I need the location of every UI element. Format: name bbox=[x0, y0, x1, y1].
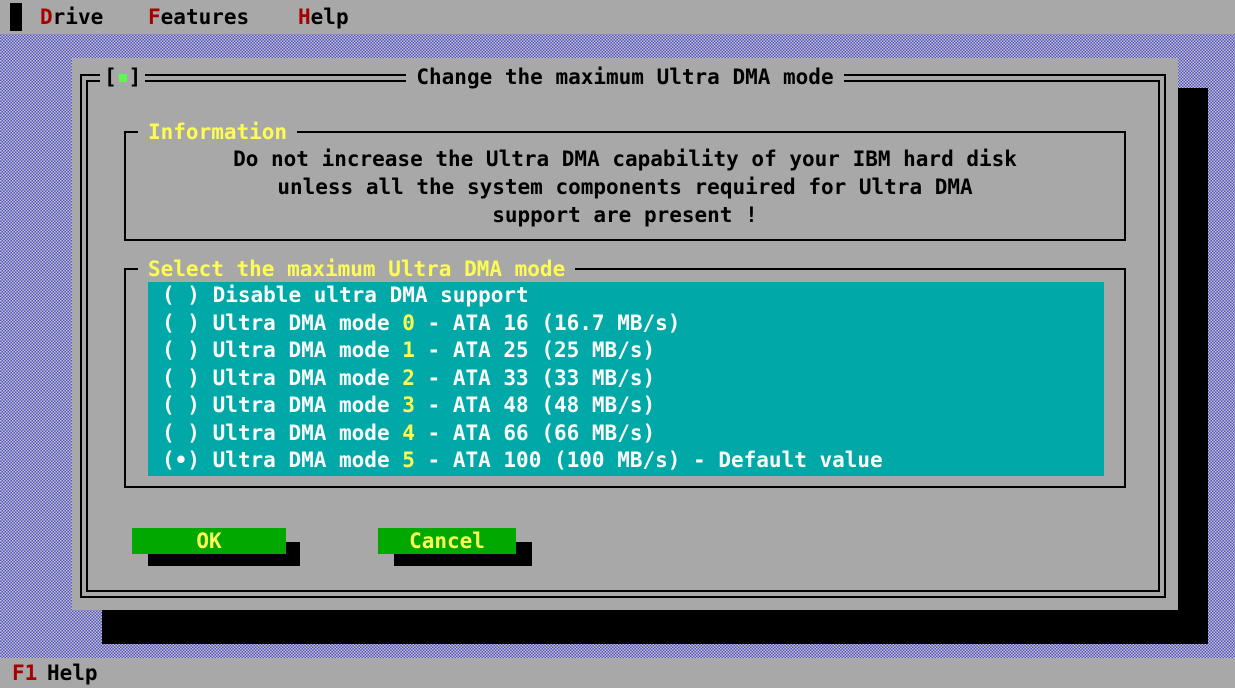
udma-dialog: [] Change the maximum Ultra DMA mode Inf… bbox=[72, 58, 1178, 610]
radio-button[interactable]: ( ) bbox=[162, 338, 200, 362]
option-mode-number: 5 bbox=[402, 448, 415, 472]
dialog-shadow-bottom bbox=[102, 610, 1208, 644]
option-mode-number: 3 bbox=[402, 393, 415, 417]
radio-button[interactable]: ( ) bbox=[162, 311, 200, 335]
option-disable[interactable]: ( ) Disable ultra DMA support bbox=[148, 282, 1104, 310]
help-key-label: Help bbox=[47, 661, 98, 685]
menu-drive-hotkey: D bbox=[40, 5, 53, 29]
select-group-label: Select the maximum Ultra DMA mode bbox=[138, 254, 576, 284]
option-label: Ultra DMA mode bbox=[212, 393, 403, 417]
menu-features[interactable]: Features bbox=[148, 0, 249, 34]
option-mode-2[interactable]: ( ) Ultra DMA mode 2 - ATA 33 (33 MB/s) bbox=[148, 365, 1104, 393]
option-label: Ultra DMA mode bbox=[212, 420, 403, 445]
option-label: Ultra DMA mode bbox=[212, 365, 403, 390]
option-mode-number: 2 bbox=[402, 365, 415, 390]
option-detail: - ATA 66 (66 MB/s) bbox=[414, 420, 656, 445]
menu-help[interactable]: Help bbox=[298, 0, 349, 34]
info-group-label: Information bbox=[138, 117, 298, 147]
menu-help-hotkey: H bbox=[298, 5, 311, 29]
option-detail: - ATA 25 (25 MB/s) bbox=[414, 338, 656, 362]
option-mode-4[interactable]: ( ) Ultra DMA mode 4 - ATA 66 (66 MB/s) bbox=[148, 420, 1104, 448]
menu-features-hotkey: F bbox=[148, 5, 161, 29]
option-label: Ultra DMA mode bbox=[212, 310, 403, 335]
menu-features-label: eatures bbox=[160, 5, 250, 29]
radio-button[interactable]: ( ) bbox=[162, 366, 200, 390]
info-line-2: unless all the system components require… bbox=[277, 175, 973, 199]
info-group: Information Do not increase the Ultra DM… bbox=[124, 117, 1126, 241]
radio-button[interactable]: ( ) bbox=[162, 421, 200, 445]
option-mode-0[interactable]: ( ) Ultra DMA mode 0 - ATA 16 (16.7 MB/s… bbox=[148, 310, 1104, 338]
radio-button[interactable]: ( ) bbox=[162, 393, 200, 417]
option-label: Ultra DMA mode bbox=[212, 338, 403, 362]
menu-drive-label: rive bbox=[52, 5, 104, 29]
status-bar: F1 Help bbox=[0, 658, 1235, 685]
info-line-3: support are present ! bbox=[492, 203, 758, 227]
option-mode-number: 0 bbox=[402, 310, 415, 335]
dialog-shadow-right bbox=[1178, 88, 1208, 644]
select-group: Select the maximum Ultra DMA mode ( ) Di… bbox=[124, 254, 1126, 488]
udma-mode-list[interactable]: ( ) Disable ultra DMA support ( ) Ultra … bbox=[148, 282, 1104, 476]
option-detail: - ATA 100 (100 MB/s) - Default value bbox=[414, 448, 883, 472]
dialog-title: Change the maximum Ultra DMA mode bbox=[406, 65, 844, 89]
dialog-title-bar: Change the maximum Ultra DMA mode bbox=[72, 62, 1178, 92]
menu-cursor bbox=[10, 3, 22, 31]
radio-button[interactable]: ( ) bbox=[162, 283, 200, 307]
menu-bar: Drive Features Help bbox=[0, 0, 1235, 34]
option-detail: - ATA 48 (48 MB/s) bbox=[414, 393, 656, 417]
option-mode-number: 1 bbox=[402, 338, 415, 362]
info-text: Do not increase the Ultra DMA capability… bbox=[126, 145, 1124, 229]
cancel-button[interactable]: Cancel bbox=[378, 528, 516, 554]
menu-help-label: elp bbox=[310, 5, 349, 29]
option-detail: - ATA 16 (16.7 MB/s) bbox=[414, 310, 681, 335]
ok-button[interactable]: OK bbox=[132, 528, 286, 554]
option-mode-number: 4 bbox=[402, 420, 415, 445]
help-key[interactable]: F1 bbox=[12, 658, 37, 688]
radio-button-selected[interactable]: (•) bbox=[162, 448, 200, 472]
option-detail: - ATA 33 (33 MB/s) bbox=[414, 365, 656, 390]
menu-drive[interactable]: Drive bbox=[40, 0, 103, 34]
option-mode-3[interactable]: ( ) Ultra DMA mode 3 - ATA 48 (48 MB/s) bbox=[148, 392, 1104, 420]
option-mode-1[interactable]: ( ) Ultra DMA mode 1 - ATA 25 (25 MB/s) bbox=[148, 337, 1104, 365]
option-label: Disable ultra DMA support bbox=[212, 283, 529, 307]
info-line-1: Do not increase the Ultra DMA capability… bbox=[233, 147, 1017, 171]
option-label: Ultra DMA mode bbox=[212, 448, 403, 472]
option-mode-5[interactable]: (•) Ultra DMA mode 5 - ATA 100 (100 MB/s… bbox=[148, 447, 1104, 475]
